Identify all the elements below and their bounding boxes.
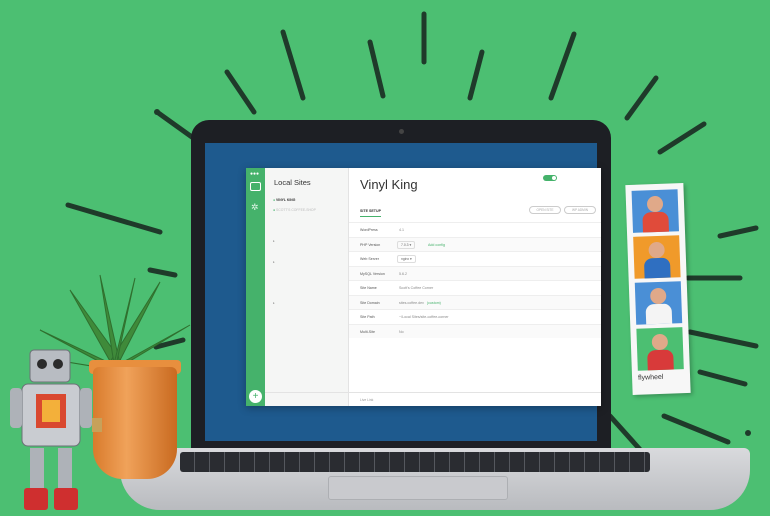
sites-sidebar: Local Sites VINYL KING SCOTT'S COFFEE-SH… [265, 168, 349, 406]
site-group[interactable] [273, 236, 347, 246]
add-config-link[interactable]: Add config [428, 243, 445, 247]
domain-note: (custom) [426, 300, 441, 305]
site-tabs: SITE SETUP [360, 209, 405, 217]
row-label: Site Name [360, 286, 377, 290]
sites-icon[interactable] [250, 182, 261, 191]
sidebar-title: Local Sites [274, 178, 311, 187]
laptop-touchpad [328, 476, 508, 500]
add-site-button[interactable]: + [249, 390, 262, 403]
live-link[interactable]: Live Link [360, 398, 373, 402]
open-site-button[interactable]: OPEN SITE [529, 206, 561, 214]
row-label: MySQL Version [360, 271, 385, 276]
flywheel-brand: flywheel [637, 373, 664, 382]
webcam [399, 129, 404, 134]
table-row: WordPress 4.1 [349, 222, 601, 237]
addons-icon[interactable]: ✲ [251, 202, 259, 213]
tab-site-setup[interactable]: SITE SETUP [360, 209, 381, 217]
site-title: Vinyl King [360, 177, 418, 192]
photo-booth-strip: flywheel [625, 183, 691, 395]
site-group[interactable] [273, 257, 347, 267]
site-running-toggle[interactable] [543, 175, 557, 181]
site-detail-panel: Vinyl King SITE SETUP OPEN SITE WP ADMIN… [349, 168, 601, 406]
row-value[interactable]: ~/Local Sites/site-coffee-corner [399, 315, 449, 319]
table-row: Multi-Site No [349, 323, 601, 338]
table-row: Site Name Scott's Coffee Corner [349, 280, 601, 295]
photo-1 [631, 189, 679, 233]
photo-2 [633, 235, 681, 279]
site-item[interactable] [273, 267, 347, 277]
site-item-vinyl-king[interactable]: VINYL KING [273, 195, 347, 205]
wp-admin-button[interactable]: WP ADMIN [564, 206, 596, 214]
site-toggle-group [540, 175, 557, 181]
site-setup-table: WordPress 4.1 PHP Version 7.0.3 ▾ Add co… [349, 222, 601, 338]
site-item[interactable] [273, 226, 347, 236]
row-value[interactable]: sites.coffee.dev (custom) [399, 301, 441, 305]
site-item[interactable] [273, 216, 347, 226]
row-label: Site Domain [360, 300, 380, 305]
site-item[interactable]: SCOTT'S COFFEE-SHOP [273, 205, 347, 215]
table-row: PHP Version 7.0.3 ▾ Add config [349, 236, 601, 251]
site-item[interactable] [273, 308, 347, 318]
row-label: WordPress [360, 228, 378, 232]
domain-value: sites.coffee.dev [399, 300, 424, 305]
row-label: PHP Version [360, 242, 381, 247]
row-value: 5.6.2 [399, 271, 407, 276]
table-row: Site Domain sites.coffee.dev (custom) [349, 294, 601, 309]
photo-3 [634, 281, 683, 325]
site-list: VINYL KING SCOTT'S COFFEE-SHOP [273, 195, 347, 319]
row-label: Web Server [360, 257, 379, 261]
photo-4 [636, 327, 684, 371]
sidebar-footer [265, 392, 349, 406]
site-group[interactable] [273, 298, 347, 308]
live-link-label: Live Link [360, 398, 374, 402]
row-value: 4.1 [399, 228, 404, 232]
site-item[interactable] [273, 277, 347, 287]
row-value: No [399, 329, 404, 334]
app-rail: ●●● ✲ + [246, 168, 265, 406]
laptop-keyboard [180, 452, 650, 472]
row-label: Site Path [360, 315, 375, 319]
table-row: Web Server nginx ▾ [349, 251, 601, 266]
site-footer: Live Link [349, 392, 601, 406]
window-controls[interactable]: ●●● [250, 171, 259, 177]
table-row: Site Path ~/Local Sites/site-coffee-corn… [349, 309, 601, 324]
local-app-window: ●●● ✲ + Local Sites VINYL KING SCOTT'S C… [246, 168, 601, 406]
flower-pot [93, 367, 177, 479]
table-row: MySQL Version 5.6.2 [349, 265, 601, 280]
site-item[interactable] [273, 288, 347, 298]
select-value: 7.0.3 [401, 242, 409, 247]
row-label: Multi-Site [360, 329, 375, 334]
select-value: nginx [401, 257, 410, 261]
php-version-select[interactable]: 7.0.3 ▾ [397, 240, 416, 249]
row-value[interactable]: Scott's Coffee Corner [399, 286, 433, 290]
web-server-select[interactable]: nginx ▾ [397, 255, 416, 263]
toy-robot [10, 349, 102, 510]
site-item[interactable] [273, 246, 347, 256]
